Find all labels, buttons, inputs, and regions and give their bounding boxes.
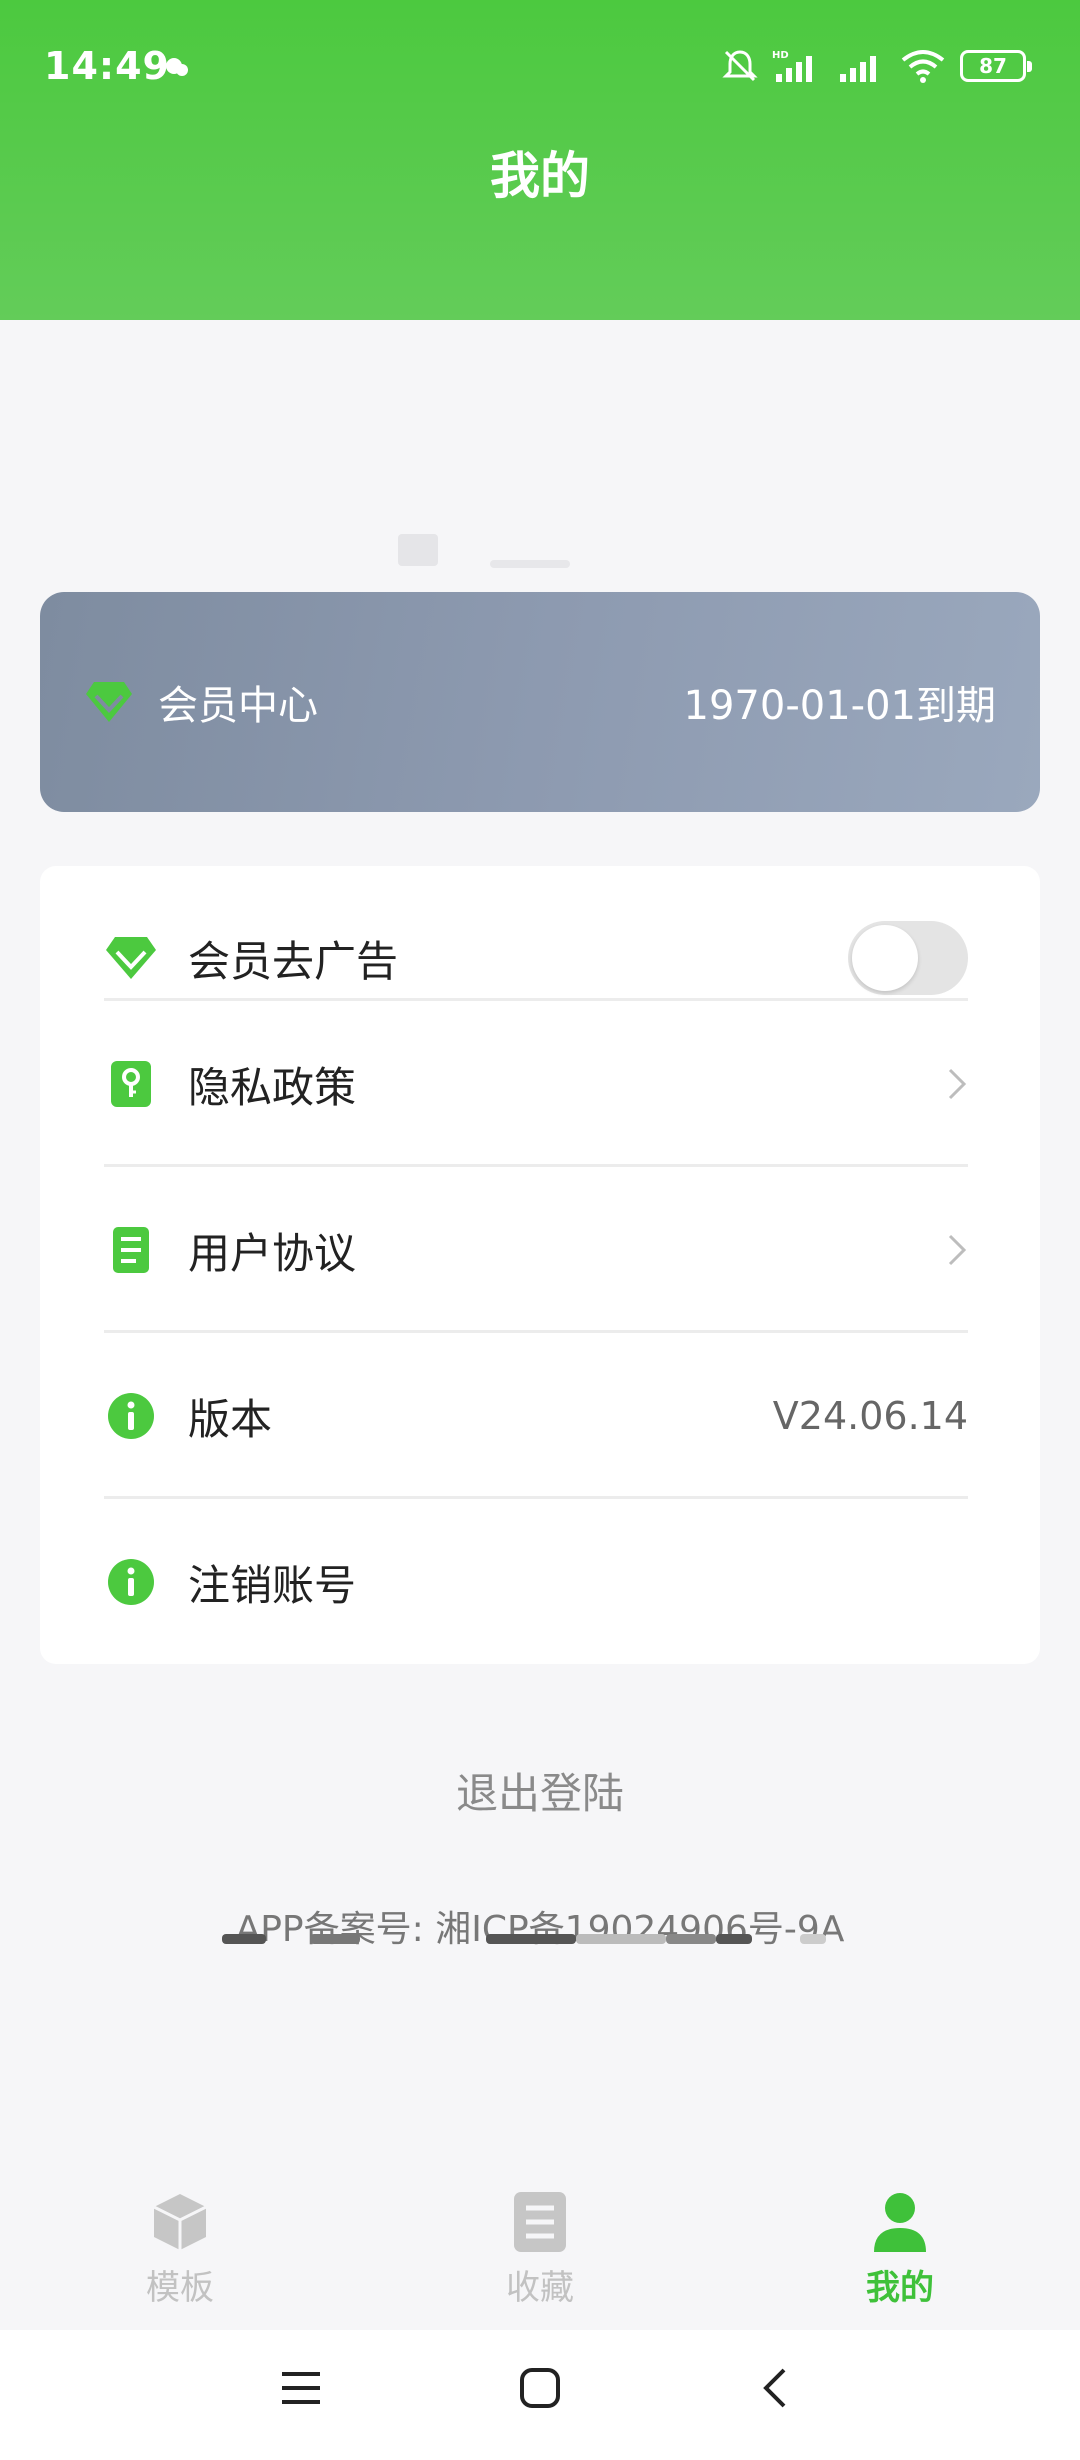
member-center-label: 会员中心 bbox=[158, 683, 318, 729]
menu-icon[interactable] bbox=[280, 2366, 322, 2410]
nav-item-favorites[interactable]: 收藏 bbox=[440, 2190, 640, 2309]
system-nav-bar bbox=[0, 2330, 1080, 2460]
document-icon bbox=[113, 1227, 149, 1273]
diamond-icon bbox=[106, 937, 156, 979]
wifi-icon bbox=[901, 50, 945, 83]
settings-row-version: 版本 V24.06.14 bbox=[104, 1334, 968, 1498]
settings-label: 注销账号 bbox=[188, 1560, 357, 1610]
info-icon bbox=[108, 1393, 154, 1439]
settings-label: 会员去广告 bbox=[188, 936, 399, 986]
settings-row-privacy[interactable]: 隐私政策 bbox=[104, 1002, 968, 1166]
status-right-group: HD 87 bbox=[722, 46, 1032, 86]
nav-item-templates[interactable]: 模板 bbox=[80, 2190, 280, 2309]
app-header: 14:49 HD 87 我的 bbox=[0, 0, 1080, 320]
status-bar: 14:49 HD 87 bbox=[0, 0, 1080, 100]
settings-row-user-agreement[interactable]: 用户协议 bbox=[104, 1168, 968, 1332]
redaction-mark bbox=[800, 1934, 826, 1944]
redaction-mark bbox=[486, 1934, 576, 1944]
settings-label: 用户协议 bbox=[188, 1228, 357, 1278]
remove-ads-toggle[interactable] bbox=[848, 921, 968, 995]
battery-level: 87 bbox=[979, 54, 1007, 78]
settings-row-delete-account[interactable]: 注销账号 bbox=[104, 1500, 968, 1664]
avatar bbox=[398, 534, 438, 566]
list-icon bbox=[514, 2192, 566, 2252]
nav-label: 模板 bbox=[146, 2268, 214, 2308]
redaction-mark bbox=[576, 1934, 666, 1944]
redaction-mark bbox=[666, 1934, 716, 1944]
version-value: V24.06.14 bbox=[772, 1394, 968, 1438]
user-info[interactable] bbox=[390, 530, 570, 570]
username bbox=[490, 560, 570, 568]
info-icon bbox=[108, 1559, 154, 1605]
divider bbox=[104, 1496, 968, 1499]
diamond-icon bbox=[86, 682, 132, 722]
key-icon bbox=[111, 1061, 151, 1107]
mute-bell-icon bbox=[722, 50, 758, 82]
settings-label: 版本 bbox=[188, 1394, 273, 1444]
nav-label: 收藏 bbox=[506, 2268, 574, 2308]
icp-record: APP备案号: 湘ICP备19024906号-9A bbox=[235, 1909, 845, 1950]
home-icon[interactable] bbox=[518, 2366, 562, 2410]
chevron-right-icon bbox=[948, 1068, 967, 1100]
nav-label: 我的 bbox=[866, 2268, 934, 2308]
nav-item-mine[interactable]: 我的 bbox=[800, 2190, 1000, 2309]
redaction-mark bbox=[716, 1934, 752, 1944]
member-center-card[interactable]: 会员中心 1970-01-01到期 bbox=[40, 592, 1040, 812]
page-title: 我的 bbox=[490, 147, 590, 205]
chevron-right-icon bbox=[948, 1234, 967, 1266]
signal-hd-icon: HD bbox=[772, 50, 812, 82]
divider bbox=[104, 998, 968, 1001]
toggle-knob bbox=[852, 925, 918, 991]
app-notification-icon bbox=[166, 58, 188, 76]
cube-icon bbox=[153, 2194, 207, 2250]
redaction-mark bbox=[222, 1934, 266, 1944]
signal-icon bbox=[840, 56, 876, 82]
settings-list: 会员去广告 隐私政策 用户协议 版本 V24.06.14 注销账号 bbox=[40, 866, 1040, 1664]
bottom-nav: 模板 收藏 我的 bbox=[0, 2170, 1080, 2330]
settings-label: 隐私政策 bbox=[188, 1062, 357, 1112]
status-time: 14:49 bbox=[44, 44, 170, 88]
logout-button[interactable]: 退出登陆 bbox=[0, 1760, 1080, 1821]
redaction-mark bbox=[310, 1934, 360, 1944]
person-icon bbox=[874, 2193, 926, 2252]
svg-text:HD: HD bbox=[772, 50, 789, 61]
battery-icon: 87 bbox=[960, 50, 1032, 82]
member-expiry: 1970-01-01到期 bbox=[683, 683, 996, 729]
divider bbox=[104, 1164, 968, 1167]
back-icon[interactable] bbox=[760, 2366, 790, 2410]
divider bbox=[104, 1330, 968, 1333]
